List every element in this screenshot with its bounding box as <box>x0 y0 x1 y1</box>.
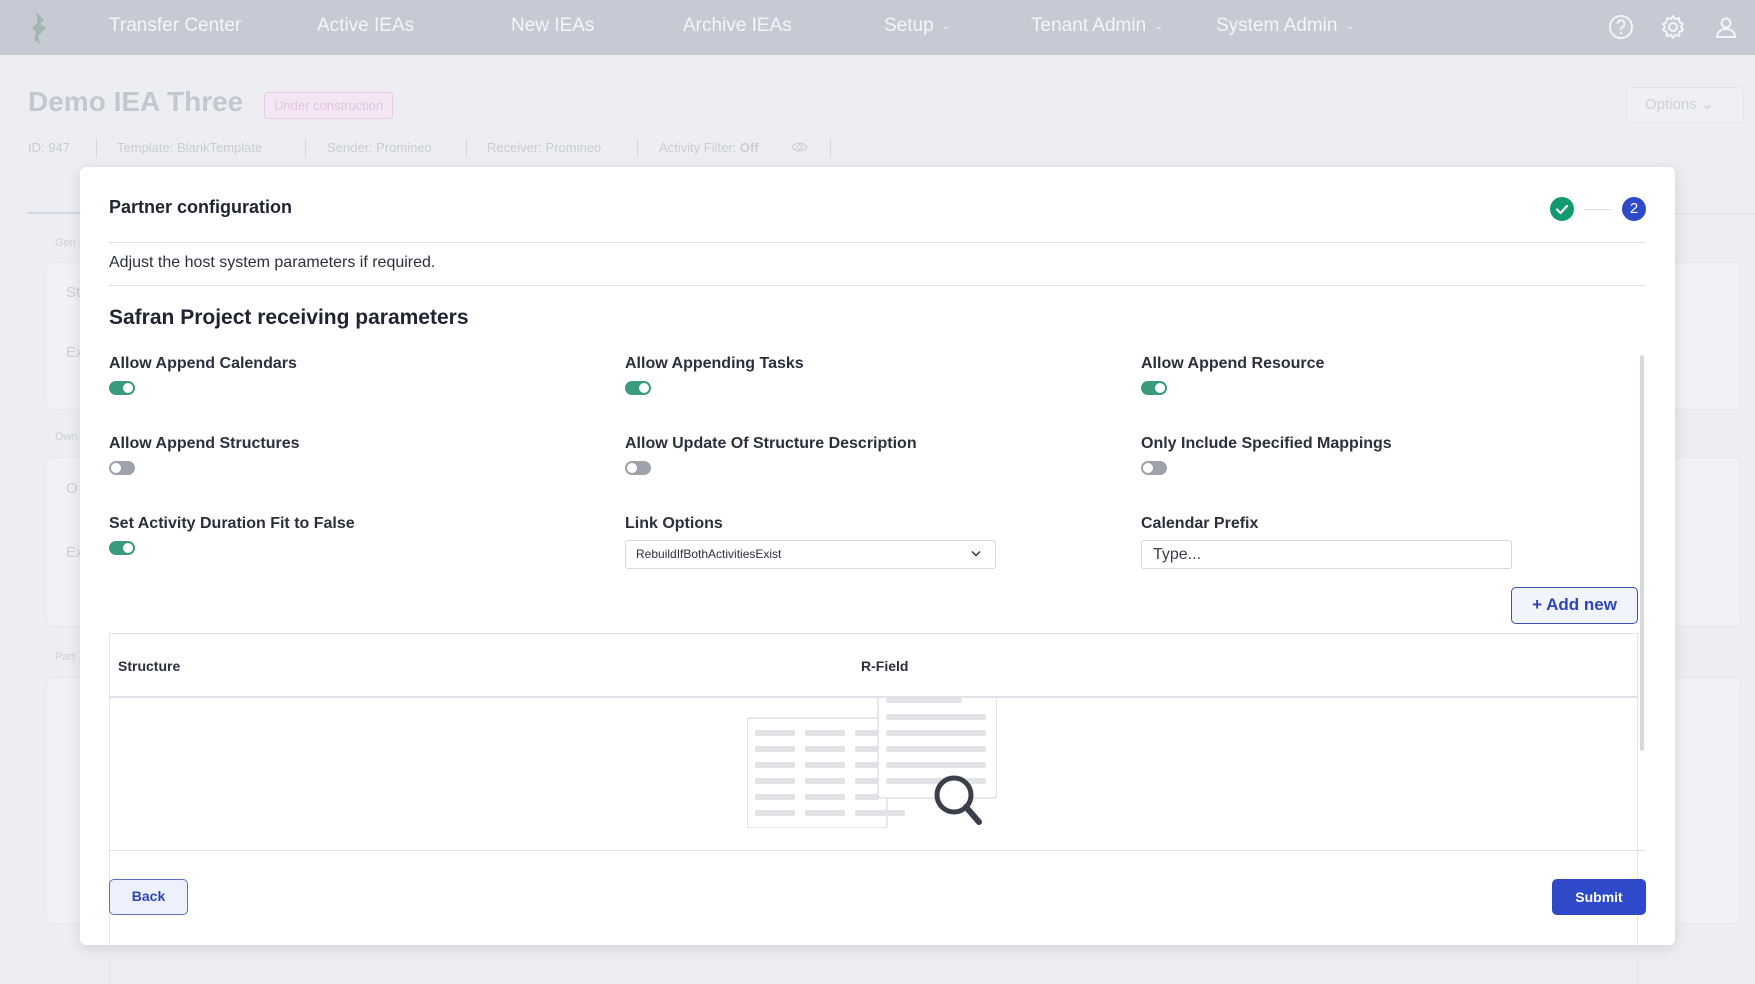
calendar-prefix-label: Calendar Prefix <box>1141 515 1259 532</box>
chevron-down-icon: ⌄ <box>1345 20 1355 32</box>
allow-append-resource-label: Allow Append Resource <box>1141 355 1325 372</box>
nav-archive-ieas[interactable]: Archive IEAs <box>683 0 792 55</box>
set-activity-duration-fit-label: Set Activity Duration Fit to False <box>109 515 355 532</box>
meta-divider <box>305 139 306 157</box>
meta-id: ID: 947 <box>28 140 70 155</box>
eye-icon <box>791 142 808 152</box>
table-header: Structure R-Field <box>110 634 1637 698</box>
header-divider <box>109 242 1646 243</box>
link-options-value: RebuildIfBothActivitiesExist <box>636 547 782 561</box>
nav-transfer-center[interactable]: Transfer Center <box>109 0 241 55</box>
settings-gear-icon[interactable] <box>1660 14 1686 40</box>
allow-appending-tasks-label: Allow Appending Tasks <box>625 355 804 372</box>
section-label-owner: Own <box>55 431 78 443</box>
step-current: 2 <box>1622 197 1646 221</box>
meta-divider <box>466 139 467 157</box>
meta-divider <box>830 139 831 157</box>
card-text: St <box>66 284 81 301</box>
footer-divider <box>109 850 1646 851</box>
mapping-table: Structure R-Field <box>109 633 1638 984</box>
submit-button[interactable]: Submit <box>1552 879 1646 915</box>
allow-append-calendars-toggle[interactable] <box>109 381 135 395</box>
allow-update-structure-description-label: Allow Update Of Structure Description <box>625 435 917 452</box>
nav-setup-label: Setup <box>884 15 934 37</box>
card-text: O <box>66 480 78 497</box>
nav-system-admin-label: System Admin <box>1216 15 1338 37</box>
meta-sender: Sender: Promineo <box>327 140 432 155</box>
options-label: Options <box>1645 96 1697 113</box>
link-options-select[interactable]: RebuildIfBothActivitiesExist <box>625 540 996 569</box>
modal-scrollbar[interactable] <box>1640 355 1644 751</box>
nav-active-ieas[interactable]: Active IEAs <box>317 0 414 55</box>
allow-append-calendars-label: Allow Append Calendars <box>109 355 297 372</box>
allow-append-structures-label: Allow Append Structures <box>109 435 300 452</box>
only-include-specified-mappings-label: Only Include Specified Mappings <box>1141 435 1392 452</box>
step-completed <box>1550 197 1574 221</box>
column-header-r-field: R-Field <box>861 658 909 674</box>
modal-title: Partner configuration <box>109 197 293 217</box>
nav-new-ieas[interactable]: New IEAs <box>511 0 594 55</box>
checkmark-icon <box>1555 204 1569 215</box>
chevron-down-icon <box>971 551 981 557</box>
chevron-down-icon: ⌄ <box>941 20 951 32</box>
add-new-button[interactable]: + Add new <box>1511 587 1638 624</box>
active-tab-indicator <box>28 212 80 214</box>
column-header-structure: Structure <box>118 658 181 674</box>
allow-appending-tasks-toggle[interactable] <box>625 381 651 395</box>
modal-subtitle: Adjust the host system parameters if req… <box>109 254 436 271</box>
user-profile-icon[interactable] <box>1713 14 1739 40</box>
set-activity-duration-fit-toggle[interactable] <box>109 541 135 555</box>
meta-receiver: Receiver: Promineo <box>487 140 602 155</box>
activity-filter-value: Off <box>739 140 759 155</box>
app-logo-icon[interactable] <box>30 10 54 46</box>
meta-activity-filter: Activity Filter: Off <box>659 140 759 155</box>
meta-divider <box>96 139 97 157</box>
chevron-down-icon: ⌄ <box>1154 20 1164 32</box>
section-label-general: Gen <box>55 237 76 249</box>
page-title: Demo IEA Three <box>28 86 244 117</box>
top-navigation-bar: Transfer Center Active IEAs New IEAs Arc… <box>0 0 1755 55</box>
nav-system-admin[interactable]: System Admin ⌄ <box>1216 0 1355 55</box>
only-include-specified-mappings-toggle[interactable] <box>1141 461 1167 475</box>
meta-template: Template: BlankTemplate <box>117 140 263 155</box>
allow-update-structure-description-toggle[interactable] <box>625 461 651 475</box>
link-options-label: Link Options <box>625 515 723 532</box>
allow-append-resource-toggle[interactable] <box>1141 381 1167 395</box>
step-connector <box>1584 209 1612 210</box>
section-title: Safran Project receiving parameters <box>109 306 469 329</box>
calendar-prefix-input[interactable] <box>1141 540 1512 569</box>
chevron-down-icon: ⌄ <box>1700 96 1714 113</box>
nav-tenant-admin-label: Tenant Admin <box>1031 15 1147 37</box>
empty-state-illustration <box>747 698 997 828</box>
status-badge: Under construction <box>264 92 394 119</box>
section-label-partner: Part <box>55 651 76 663</box>
help-icon[interactable] <box>1608 14 1634 40</box>
back-button[interactable]: Back <box>109 879 188 915</box>
meta-divider <box>637 139 638 157</box>
nav-setup[interactable]: Setup ⌄ <box>884 0 951 55</box>
activity-filter-label: Activity Filter: <box>659 140 737 155</box>
allow-append-structures-toggle[interactable] <box>109 461 135 475</box>
nav-tenant-admin[interactable]: Tenant Admin ⌄ <box>1031 0 1163 55</box>
options-dropdown: Options ⌄ <box>1626 87 1744 123</box>
step-indicator: 2 <box>1550 197 1660 223</box>
partner-configuration-modal: Partner configuration 2 Adjust the host … <box>80 167 1675 984</box>
subtitle-divider <box>109 285 1646 286</box>
